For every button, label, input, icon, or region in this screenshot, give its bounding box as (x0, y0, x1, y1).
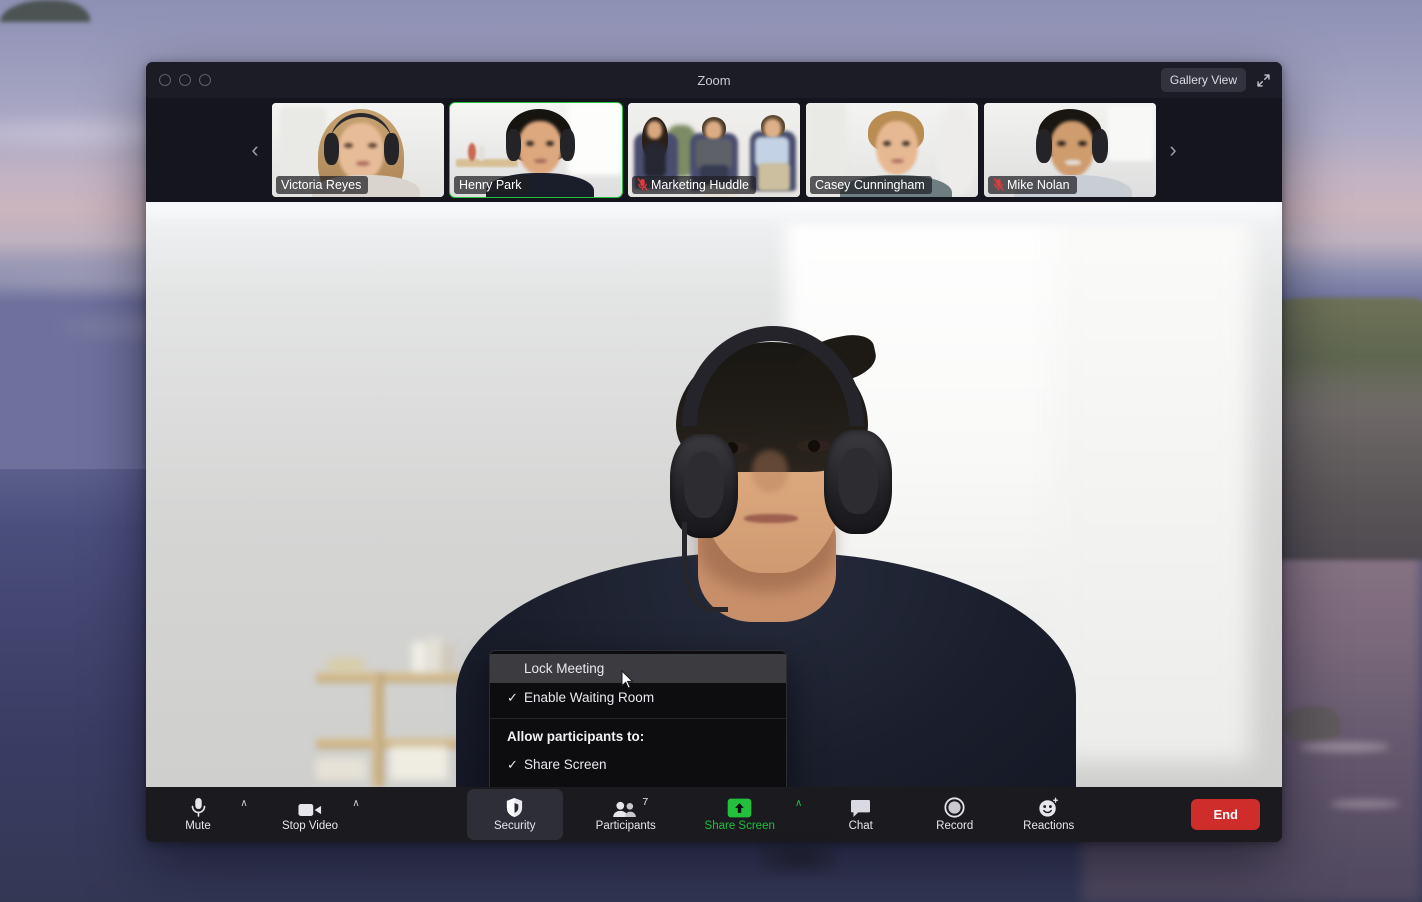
main-video-stage[interactable]: Lock Meeting ✓ Enable Waiting Room Allow… (146, 202, 1282, 787)
reactions-button[interactable]: Reactions (1009, 789, 1089, 840)
minimize-button[interactable] (179, 74, 191, 86)
desktop-wallpaper: Zoom Gallery View ‹ (0, 0, 1422, 902)
share-options-caret-icon[interactable]: ∧ (791, 798, 807, 809)
video-controls: Stop Video ∧ (270, 789, 364, 840)
security-button[interactable]: Security (467, 789, 563, 840)
audio-controls: Mute ∧ (158, 789, 252, 840)
titlebar-right-controls: Gallery View (1161, 68, 1274, 92)
share-screen-button[interactable]: Share Screen (687, 789, 793, 840)
participant-filmstrip: ‹ (146, 98, 1282, 202)
filmstrip-next-icon[interactable]: › (1156, 102, 1190, 198)
thumbnail-list: Victoria Reyes (272, 103, 1156, 197)
maximize-button[interactable] (199, 74, 211, 86)
stop-video-button[interactable]: Stop Video (270, 789, 350, 840)
thumbnail-name-text: Marketing Huddle (651, 178, 749, 192)
camera-icon (298, 797, 322, 818)
menu-item-label: Lock Meeting (524, 661, 774, 676)
checkmark-icon: ✓ (507, 757, 524, 773)
expand-icon[interactable] (1252, 69, 1274, 91)
participants-button[interactable]: 7 Participants (573, 789, 679, 840)
thumbnail-label: Henry Park (454, 176, 529, 195)
participants-count-badge: 7 (642, 796, 648, 808)
chat-label: Chat (849, 821, 873, 833)
mute-button[interactable]: Mute (158, 789, 238, 840)
menu-heading-allow-participants: Allow participants to: (490, 725, 786, 750)
microphone-icon (190, 797, 207, 818)
reactions-label: Reactions (1023, 821, 1074, 833)
participants-label: Participants (596, 821, 656, 833)
mute-label: Mute (185, 821, 211, 833)
wallpaper-rock (1282, 706, 1340, 742)
shield-icon (505, 797, 524, 818)
thumbnail-name-text: Henry Park (459, 178, 522, 192)
thumbnail-mike-nolan[interactable]: Mike Nolan (984, 103, 1156, 197)
thumbnail-label: Victoria Reyes (276, 176, 368, 195)
filmstrip-prev-icon[interactable]: ‹ (238, 102, 272, 198)
window-controls (159, 74, 211, 86)
window-drop-shadow (760, 840, 836, 874)
menu-item-chat[interactable]: ✓ Chat (490, 779, 786, 787)
chat-button[interactable]: Chat (821, 789, 901, 840)
mic-muted-icon (637, 178, 648, 191)
thumbnail-label: Mike Nolan (988, 176, 1077, 195)
video-options-caret-icon[interactable]: ∧ (348, 798, 364, 809)
meeting-toolbar: Mute ∧ Stop Video ∧ (146, 787, 1282, 842)
audio-options-caret-icon[interactable]: ∧ (236, 798, 252, 809)
zoom-window: Zoom Gallery View ‹ (146, 62, 1282, 842)
smiley-icon (1038, 797, 1059, 818)
thumbnail-label: Marketing Huddle (632, 176, 756, 195)
menu-separator (490, 718, 786, 719)
thumbnail-name-text: Mike Nolan (1007, 178, 1070, 192)
people-icon: 7 (612, 797, 639, 818)
wallpaper-surf (1330, 800, 1400, 808)
share-screen-icon (727, 797, 752, 818)
security-context-menu[interactable]: Lock Meeting ✓ Enable Waiting Room Allow… (489, 650, 787, 787)
record-label: Record (936, 821, 973, 833)
thumbnail-label: Casey Cunningham (810, 176, 932, 195)
mic-muted-icon (993, 178, 1004, 191)
menu-item-share-screen[interactable]: ✓ Share Screen (490, 750, 786, 779)
thumbnail-name-text: Casey Cunningham (815, 178, 925, 192)
window-title: Zoom (146, 73, 1282, 88)
record-circle-icon (944, 797, 965, 818)
menu-item-label: Enable Waiting Room (524, 690, 774, 705)
end-meeting-button[interactable]: End (1191, 799, 1260, 830)
close-button[interactable] (159, 74, 171, 86)
stop-video-label: Stop Video (282, 821, 338, 833)
share-screen-label: Share Screen (705, 821, 775, 833)
thumbnail-henry-park[interactable]: Henry Park (450, 103, 622, 197)
gallery-view-button[interactable]: Gallery View (1161, 68, 1246, 92)
window-titlebar: Zoom Gallery View (146, 62, 1282, 98)
menu-item-label: Share Screen (524, 757, 774, 772)
record-button[interactable]: Record (915, 789, 995, 840)
share-controls: Share Screen ∧ (687, 789, 807, 840)
thumbnail-marketing-huddle[interactable]: Marketing Huddle (628, 103, 800, 197)
menu-item-lock-meeting[interactable]: Lock Meeting (490, 654, 786, 683)
menu-item-enable-waiting-room[interactable]: ✓ Enable Waiting Room (490, 683, 786, 712)
thumbnail-casey-cunningham[interactable]: Casey Cunningham (806, 103, 978, 197)
thumbnail-victoria-reyes[interactable]: Victoria Reyes (272, 103, 444, 197)
wallpaper-surf (1300, 742, 1390, 752)
thumbnail-name-text: Victoria Reyes (281, 178, 361, 192)
chat-bubble-icon (850, 797, 871, 818)
checkmark-icon: ✓ (507, 690, 524, 706)
security-label: Security (494, 821, 536, 833)
